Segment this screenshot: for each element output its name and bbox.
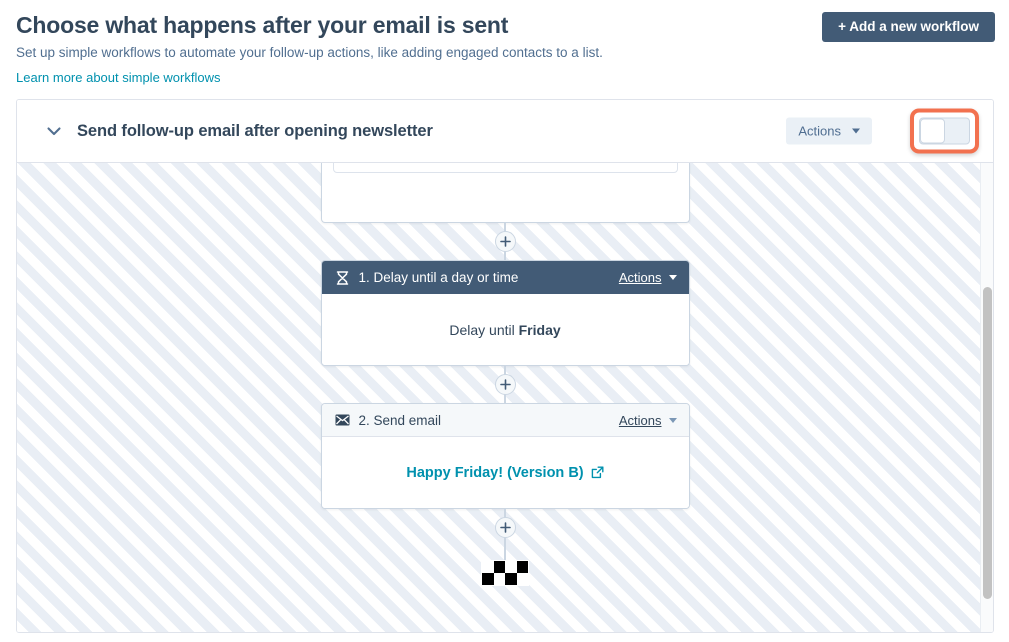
- step-card-body: Happy Friday! (Version B): [321, 437, 689, 508]
- partial-card-inner: [332, 163, 678, 173]
- step-title: 1. Delay until a day or time: [358, 270, 519, 285]
- chevron-down-icon: [668, 417, 677, 423]
- step-actions-label: Actions: [618, 412, 662, 428]
- connector-line: [504, 546, 506, 560]
- canvas-scrollbar-track[interactable]: [980, 163, 993, 632]
- add-step-button[interactable]: [494, 374, 516, 395]
- delay-value: Friday: [518, 321, 561, 338]
- step-card-header: 1. Delay until a day or time Actions: [321, 261, 689, 294]
- step-connector: [17, 223, 993, 260]
- workflow-step-card-delay[interactable]: 1. Delay until a day or time Actions Del…: [320, 260, 690, 366]
- step-title: 2. Send email: [358, 412, 442, 428]
- delay-description: Delay until Friday: [449, 322, 560, 338]
- external-link-icon: [591, 466, 604, 479]
- workflow-step-list: 1. Delay until a day or time Actions Del…: [17, 163, 993, 586]
- step-connector: [17, 509, 993, 546]
- toggle-knob: [920, 118, 945, 144]
- page-subtitle: Set up simple workflows to automate your…: [16, 45, 603, 60]
- page-header: Choose what happens after your email is …: [0, 0, 1009, 88]
- workflow-panel: Send follow-up email after opening newsl…: [16, 99, 994, 633]
- workflow-header: Send follow-up email after opening newsl…: [17, 100, 993, 163]
- workflow-end-marker: [17, 546, 993, 586]
- canvas-scrollbar-thumb[interactable]: [983, 287, 992, 599]
- email-asset-link[interactable]: Happy Friday! (Version B): [406, 464, 604, 481]
- email-asset-name: Happy Friday! (Version B): [406, 464, 584, 481]
- step-card-body: Delay until Friday: [321, 294, 689, 365]
- hourglass-icon: [335, 270, 350, 285]
- checkered-flag-icon: [481, 560, 529, 586]
- workflow-title: Send follow-up email after opening newsl…: [77, 121, 433, 140]
- learn-more-link[interactable]: Learn more about simple workflows: [16, 69, 220, 87]
- workflow-actions-label: Actions: [798, 123, 841, 139]
- step-actions-button[interactable]: Actions: [619, 270, 677, 285]
- step-actions-label: Actions: [618, 270, 662, 285]
- add-new-workflow-button[interactable]: + Add a new workflow: [822, 12, 995, 42]
- add-step-button[interactable]: [494, 231, 516, 252]
- workflow-step-card-partial[interactable]: [320, 163, 690, 223]
- delay-prefix: Delay until: [449, 321, 519, 338]
- envelope-icon: [335, 413, 350, 428]
- step-card-header: 2. Send email Actions: [321, 404, 689, 437]
- workflow-enabled-toggle[interactable]: [919, 117, 970, 145]
- step-connector: [17, 366, 993, 403]
- chevron-down-icon[interactable]: [43, 120, 65, 142]
- workflow-step-card-email[interactable]: 2. Send email Actions Happy Friday! (Ver…: [320, 403, 690, 509]
- chevron-down-icon: [852, 128, 860, 134]
- workflow-canvas: 1. Delay until a day or time Actions Del…: [17, 163, 993, 632]
- step-actions-button[interactable]: Actions: [619, 413, 677, 428]
- chevron-down-icon: [668, 275, 677, 280]
- workflow-toggle-highlight: [910, 108, 979, 154]
- add-step-button[interactable]: [494, 517, 516, 538]
- workflow-actions-button[interactable]: Actions: [786, 117, 872, 145]
